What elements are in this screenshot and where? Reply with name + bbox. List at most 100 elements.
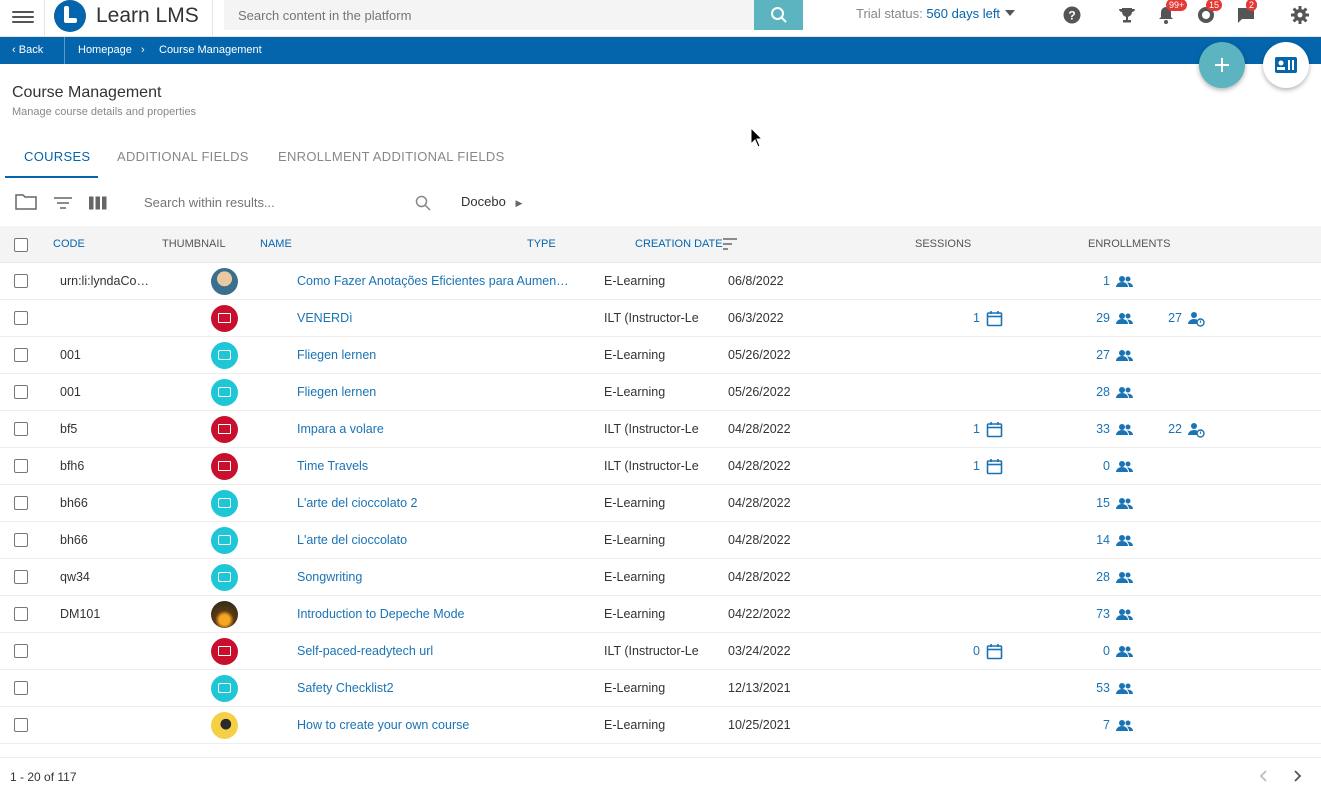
branch-selector[interactable]: Docebo ▶ — [461, 194, 522, 209]
enrollments-count[interactable]: 7 — [1070, 718, 1110, 732]
waiting-list-count[interactable]: 22 — [1142, 422, 1182, 436]
users-icon[interactable] — [1116, 680, 1133, 697]
table-row[interactable]: bh66 L'arte del cioccolato 2 E-Learning 04/… — [0, 485, 1321, 522]
tab-courses[interactable]: COURSES — [24, 149, 90, 164]
course-name-link[interactable]: L'arte del cioccolato — [297, 533, 407, 547]
enrollments-count[interactable]: 53 — [1070, 681, 1110, 695]
table-row[interactable]: bh66 L'arte del cioccolato E-Learning 04/28… — [0, 522, 1321, 559]
users-icon[interactable] — [1116, 606, 1133, 623]
row-checkbox[interactable] — [14, 496, 28, 510]
calendar-icon[interactable] — [986, 643, 1003, 660]
gear-icon[interactable] — [1290, 5, 1310, 25]
enrollments-count[interactable]: 1 — [1070, 274, 1110, 288]
global-search-button[interactable] — [754, 0, 803, 30]
course-card-button[interactable] — [1263, 42, 1309, 88]
chevron-right-icon[interactable] — [1290, 769, 1304, 783]
course-name-link[interactable]: Impara a volare — [297, 422, 384, 436]
row-checkbox[interactable] — [14, 385, 28, 399]
enrollments-count[interactable]: 73 — [1070, 607, 1110, 621]
trial-status[interactable]: Trial status: 560 days left — [856, 6, 1016, 21]
course-name-link[interactable]: How to create your own course — [297, 718, 469, 732]
table-row[interactable]: How to create your own course E-Learning 1… — [0, 707, 1321, 744]
users-icon[interactable] — [1116, 495, 1133, 512]
tab-additional-fields[interactable]: ADDITIONAL FIELDS — [117, 149, 249, 164]
select-all-checkbox[interactable] — [14, 238, 28, 252]
users-icon[interactable] — [1116, 384, 1133, 401]
waiting-list-count[interactable]: 27 — [1142, 311, 1182, 325]
help-icon[interactable]: ? — [1062, 5, 1082, 25]
notifications[interactable]: 99+ — [1156, 0, 1188, 25]
table-row[interactable]: VENERDì ILT (Instructor-Le 06/3/2022 1 29 27 — [0, 300, 1321, 337]
columns-icon[interactable] — [89, 194, 107, 212]
enrollments-count[interactable]: 28 — [1070, 385, 1110, 399]
course-name-link[interactable]: Fliegen lernen — [297, 385, 376, 399]
table-row[interactable]: Self-paced-readytech url ILT (Instructor-… — [0, 633, 1321, 670]
hamburger-menu-icon[interactable] — [12, 8, 34, 28]
results-search-input[interactable] — [130, 190, 400, 214]
calendar-icon[interactable] — [986, 421, 1003, 438]
row-checkbox[interactable] — [14, 274, 28, 288]
course-name-link[interactable]: Como Fazer Anotações Eficientes para Aum… — [297, 274, 572, 288]
users-icon[interactable] — [1116, 643, 1133, 660]
users-icon[interactable] — [1116, 717, 1133, 734]
table-row[interactable]: 001 Fliegen lernen E-Learning 05/26/2022 28 — [0, 374, 1321, 411]
column-name[interactable]: NAME — [260, 238, 292, 250]
row-checkbox[interactable] — [14, 422, 28, 436]
course-name-link[interactable]: Songwriting — [297, 570, 362, 584]
table-row[interactable]: 001 Fliegen lernen E-Learning 05/26/2022 27 — [0, 337, 1321, 374]
chat-a[interactable]: 15 — [1196, 0, 1223, 25]
row-checkbox[interactable] — [14, 348, 28, 362]
enrollments-count[interactable]: 15 — [1070, 496, 1110, 510]
course-name-link[interactable]: L'arte del cioccolato 2 — [297, 496, 418, 510]
column-type[interactable]: TYPE — [527, 238, 556, 250]
row-checkbox[interactable] — [14, 570, 28, 584]
global-search-input[interactable] — [224, 0, 754, 30]
table-row[interactable]: bfh6 Time Travels ILT (Instructor-Le 04/28/… — [0, 448, 1321, 485]
course-name-link[interactable]: Time Travels — [297, 459, 368, 473]
waiting-user-icon[interactable] — [1188, 310, 1205, 327]
trophy-icon[interactable] — [1117, 5, 1137, 25]
users-icon[interactable] — [1116, 310, 1133, 327]
users-icon[interactable] — [1116, 347, 1133, 364]
course-name-link[interactable]: Introduction to Depeche Mode — [297, 607, 464, 621]
table-row[interactable]: urn:li:lyndaCourse Como Fazer Anotações E… — [0, 263, 1321, 300]
back-button[interactable]: ‹ Back — [12, 44, 43, 56]
users-icon[interactable] — [1116, 532, 1133, 549]
breadcrumb-home[interactable]: Homepage — [78, 44, 132, 56]
sessions-count[interactable]: 1 — [940, 311, 980, 325]
sessions-count[interactable]: 1 — [940, 422, 980, 436]
table-row[interactable]: qw34 Songwriting E-Learning 04/28/2022 28 — [0, 559, 1321, 596]
enrollments-count[interactable]: 0 — [1070, 644, 1110, 658]
folder-icon[interactable] — [15, 192, 37, 210]
chevron-left-icon[interactable] — [1257, 769, 1271, 783]
row-checkbox[interactable] — [14, 644, 28, 658]
course-name-link[interactable]: Fliegen lernen — [297, 348, 376, 362]
sessions-count[interactable]: 0 — [940, 644, 980, 658]
tab-enrollment-additional-fields[interactable]: ENROLLMENT ADDITIONAL FIELDS — [278, 149, 505, 164]
enrollments-count[interactable]: 14 — [1070, 533, 1110, 547]
row-checkbox[interactable] — [14, 607, 28, 621]
users-icon[interactable] — [1116, 421, 1133, 438]
column-code[interactable]: CODE — [53, 238, 85, 250]
table-row[interactable]: DM101 Introduction to Depeche Mode E-Learn… — [0, 596, 1321, 633]
course-name-link[interactable]: VENERDì — [297, 311, 353, 325]
users-icon[interactable] — [1116, 458, 1133, 475]
row-checkbox[interactable] — [14, 718, 28, 732]
course-name-link[interactable]: Safety Checklist2 — [297, 681, 394, 695]
add-course-button[interactable] — [1199, 42, 1245, 88]
row-checkbox[interactable] — [14, 681, 28, 695]
logo-icon[interactable] — [54, 0, 86, 32]
search-icon[interactable] — [415, 195, 431, 211]
calendar-icon[interactable] — [986, 310, 1003, 327]
row-checkbox[interactable] — [14, 459, 28, 473]
row-checkbox[interactable] — [14, 311, 28, 325]
calendar-icon[interactable] — [986, 458, 1003, 475]
table-row[interactable]: Safety Checklist2 E-Learning 12/13/2021 53 — [0, 670, 1321, 707]
filter-icon[interactable] — [54, 194, 72, 212]
row-checkbox[interactable] — [14, 533, 28, 547]
column-creation-date[interactable]: CREATION DATE — [635, 238, 723, 250]
enrollments-count[interactable]: 28 — [1070, 570, 1110, 584]
enrollments-count[interactable]: 33 — [1070, 422, 1110, 436]
users-icon[interactable] — [1116, 569, 1133, 586]
enrollments-count[interactable]: 27 — [1070, 348, 1110, 362]
